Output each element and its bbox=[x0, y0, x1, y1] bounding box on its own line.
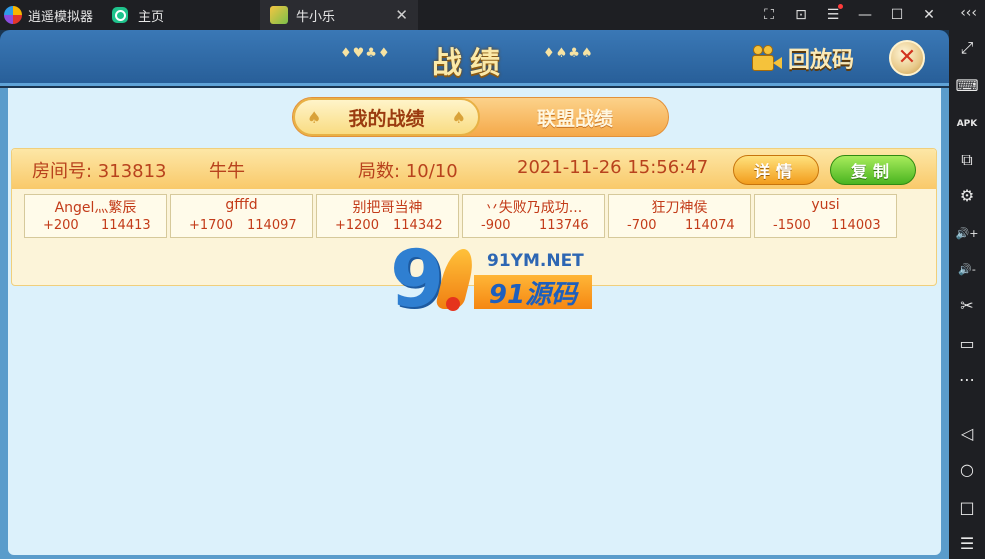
record-header: 房间号: 313813 牛牛 局数: 10/10 2021-11-26 15:5… bbox=[12, 149, 936, 189]
list-icon[interactable]: ☰ bbox=[949, 534, 985, 554]
page-title: 战绩 bbox=[432, 46, 508, 81]
player-card: Angel灬繁辰 +200 114413 bbox=[24, 194, 167, 238]
player-id: 114003 bbox=[831, 218, 881, 233]
player-card: 别把哥当神 +1200 114342 bbox=[316, 194, 459, 238]
spade-icon: ♠ bbox=[307, 108, 322, 127]
player-score: -900 bbox=[481, 218, 511, 233]
game-header: ♦♥♣♦ 战绩 ♦♠♣♠ 回放码 ✕ bbox=[0, 30, 949, 86]
room-number: 房间号: 313813 bbox=[32, 161, 167, 182]
game-app-icon bbox=[270, 6, 288, 24]
expand-icon[interactable]: ⤢ bbox=[949, 38, 985, 58]
tab-alliance-records[interactable]: 联盟战绩 bbox=[480, 98, 670, 136]
watermark-dot bbox=[446, 297, 460, 311]
watermark-url: 91YM.NET bbox=[487, 251, 584, 271]
tab-home[interactable]: 主页 bbox=[108, 0, 258, 30]
tab-home-label: 主页 bbox=[138, 9, 165, 25]
player-name: 丷失败乃成功... bbox=[484, 200, 583, 216]
content-area: ♠ 我的战绩 ♠ 联盟战绩 房间号: 313813 牛牛 局数: 10/10 2… bbox=[8, 88, 941, 555]
player-id: 114413 bbox=[101, 218, 151, 233]
watermark-logo: 9 91YM.NET 91源码 bbox=[390, 241, 600, 319]
copy-button[interactable]: 复制 bbox=[830, 155, 916, 185]
close-button[interactable]: ✕ bbox=[889, 40, 925, 76]
player-name: 狂刀神侯 bbox=[651, 200, 708, 216]
tab-game[interactable]: 牛小乐 ✕ bbox=[260, 0, 418, 30]
close-icon: ✕ bbox=[897, 45, 917, 70]
more-icon[interactable]: ⋯ bbox=[949, 370, 985, 390]
tab-my-records[interactable]: ♠ 我的战绩 ♠ bbox=[293, 98, 480, 136]
player-score: -700 bbox=[627, 218, 657, 233]
collapse-sidebar-icon[interactable]: ‹‹‹ bbox=[960, 5, 977, 21]
player-id: 114097 bbox=[247, 218, 297, 233]
detail-button[interactable]: 详情 bbox=[733, 155, 819, 185]
replay-code-button[interactable]: 回放码 bbox=[752, 40, 854, 76]
volume-up-icon[interactable]: 🔊+ bbox=[949, 224, 985, 244]
emulator-logo-icon bbox=[4, 6, 22, 24]
close-window-icon[interactable]: ✕ bbox=[921, 7, 937, 23]
player-name: Angel灬繁辰 bbox=[54, 200, 137, 216]
player-score: +1200 bbox=[335, 218, 379, 233]
home-icon bbox=[112, 7, 128, 23]
recents-icon[interactable]: □ bbox=[949, 498, 985, 518]
player-name: gfffd bbox=[225, 197, 258, 213]
suits-decoration-right: ♦♠♣♠ bbox=[543, 46, 594, 61]
record-tabs: ♠ 我的战绩 ♠ 联盟战绩 bbox=[292, 97, 669, 137]
folder-icon[interactable]: ▭ bbox=[949, 334, 985, 354]
player-id: 114342 bbox=[393, 218, 443, 233]
screenshot-icon[interactable]: ⊡ bbox=[793, 7, 809, 23]
volume-down-icon[interactable]: 🔊- bbox=[949, 260, 985, 280]
round-count: 局数: 10/10 bbox=[358, 161, 458, 182]
player-score: +1700 bbox=[189, 218, 233, 233]
window-controls: ⛶ ⊡ ☰ — ☐ ✕ bbox=[761, 0, 937, 30]
player-name: 别把哥当神 bbox=[352, 200, 423, 216]
apk-icon[interactable]: APK bbox=[949, 114, 985, 134]
player-score: -1500 bbox=[773, 218, 811, 233]
tab-alliance-records-label: 联盟战绩 bbox=[536, 107, 613, 130]
back-icon[interactable]: ◁ bbox=[949, 424, 985, 444]
menu-icon[interactable]: ☰ bbox=[825, 4, 843, 23]
spade-icon: ♠ bbox=[451, 108, 466, 127]
player-name: yusi bbox=[811, 197, 840, 213]
fullscreen-icon[interactable]: ⛶ bbox=[761, 7, 777, 23]
record-timestamp: 2021-11-26 15:56:47 bbox=[517, 157, 709, 178]
minimize-icon[interactable]: — bbox=[857, 7, 873, 23]
app-name-tab[interactable]: 逍遥模拟器 bbox=[0, 0, 100, 30]
player-score: +200 bbox=[43, 218, 79, 233]
maximize-icon[interactable]: ☐ bbox=[889, 7, 905, 23]
player-card: yusi -1500 114003 bbox=[754, 194, 897, 238]
replay-code-label: 回放码 bbox=[788, 48, 855, 73]
app-name: 逍遥模拟器 bbox=[28, 9, 94, 25]
watermark-brand: 91源码 bbox=[474, 275, 592, 310]
emulator-titlebar: 逍遥模拟器 主页 牛小乐 ✕ ⛶ ⊡ ☰ — ☐ ✕ ‹‹‹ bbox=[0, 0, 985, 30]
watermark-nine: 9 bbox=[390, 235, 445, 325]
tab-close-icon[interactable]: ✕ bbox=[395, 6, 408, 24]
suits-decoration-left: ♦♥♣♦ bbox=[340, 46, 391, 61]
player-card: gfffd +1700 114097 bbox=[170, 194, 313, 238]
keyboard-icon[interactable]: ⌨ bbox=[949, 76, 985, 96]
camera-icon bbox=[752, 43, 782, 73]
scissors-icon[interactable]: ✂ bbox=[949, 296, 985, 316]
content-panel: ♠ 我的战绩 ♠ 联盟战绩 房间号: 313813 牛牛 局数: 10/10 2… bbox=[0, 88, 949, 559]
multi-window-icon[interactable]: ⧉ bbox=[949, 150, 985, 170]
settings-icon[interactable]: ⚙ bbox=[949, 186, 985, 206]
player-card: 狂刀神侯 -700 114074 bbox=[608, 194, 751, 238]
tab-my-records-label: 我的战绩 bbox=[348, 107, 425, 130]
player-card: 丷失败乃成功... -900 113746 bbox=[462, 194, 605, 238]
emulator-sidebar: ⤢ ⌨ APK ⧉ ⚙ 🔊+ 🔊- ✂ ▭ ⋯ ◁ ○ □ ☰ bbox=[949, 30, 985, 559]
tab-game-label: 牛小乐 bbox=[296, 9, 336, 25]
game-type: 牛牛 bbox=[209, 161, 245, 182]
player-id: 113746 bbox=[539, 218, 589, 233]
player-id: 114074 bbox=[685, 218, 735, 233]
notification-dot bbox=[838, 4, 843, 9]
home-nav-icon[interactable]: ○ bbox=[949, 460, 985, 480]
